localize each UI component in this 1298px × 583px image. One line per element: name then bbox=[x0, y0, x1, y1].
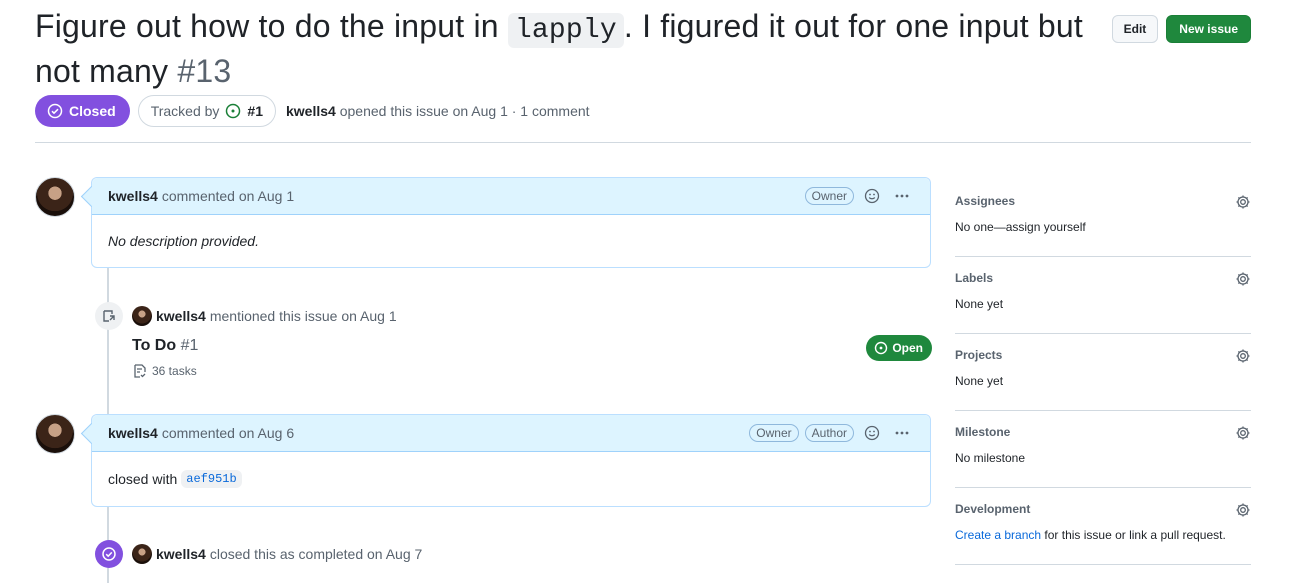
issue-title: Figure out how to do the input in lapply… bbox=[35, 6, 1105, 91]
header-actions: Edit New issue bbox=[1111, 15, 1251, 43]
kebab-menu-icon[interactable] bbox=[890, 184, 914, 208]
xref-title[interactable]: To Do #1 bbox=[132, 337, 932, 355]
cross-reference-icon bbox=[95, 302, 123, 330]
development-text: for this issue or link a pull request. bbox=[1041, 528, 1226, 542]
gear-icon[interactable] bbox=[1235, 425, 1251, 441]
comment-2: kwells4 commented on Aug 6 Owner Author … bbox=[91, 414, 931, 507]
smiley-icon[interactable] bbox=[860, 421, 884, 445]
sidebar-heading: Development bbox=[955, 502, 1031, 516]
assign-yourself-link[interactable]: No one—assign yourself bbox=[955, 220, 1251, 234]
closed-author-link[interactable]: kwells4 bbox=[156, 546, 206, 562]
sidebar-value: Create a branch for this issue or link a… bbox=[955, 528, 1251, 542]
role-badge-author: Author bbox=[804, 424, 854, 442]
check-circle-icon bbox=[47, 103, 63, 119]
edit-button[interactable]: Edit bbox=[1111, 15, 1159, 43]
kebab-menu-icon[interactable] bbox=[890, 421, 914, 445]
comment-header: kwells4 commented on Aug 1 Owner bbox=[92, 178, 930, 215]
mention-event: kwells4 mentioned this issue on Aug 1 bbox=[95, 302, 397, 330]
issue-meta-text: kwells4 opened this issue on Aug 1 · 1 c… bbox=[286, 103, 590, 119]
comment-body: closed with aef951b bbox=[92, 452, 930, 506]
status-badge: Closed bbox=[35, 95, 130, 127]
sidebar-value: None yet bbox=[955, 374, 1004, 388]
checklist-icon bbox=[134, 364, 146, 378]
sidebar-development: Development Create a branch for this iss… bbox=[955, 488, 1251, 565]
closed-event-text: closed this as completed on Aug 7 bbox=[209, 546, 423, 562]
commit-sha-link[interactable]: aef951b bbox=[181, 470, 242, 488]
sidebar-heading: Milestone bbox=[955, 425, 1011, 439]
comment-timestamp[interactable]: commented on Aug 1 bbox=[162, 188, 294, 204]
check-circle-icon bbox=[95, 540, 123, 568]
sidebar-heading: Labels bbox=[955, 271, 994, 285]
comment-header-actions: Owner bbox=[804, 184, 914, 208]
xref-title-text[interactable]: To Do bbox=[132, 337, 176, 354]
avatar[interactable] bbox=[132, 306, 152, 326]
sidebar-heading: Projects bbox=[955, 348, 1003, 362]
role-badge-owner: Owner bbox=[749, 424, 799, 442]
gear-icon[interactable] bbox=[1235, 502, 1251, 518]
avatar[interactable] bbox=[132, 544, 152, 564]
issue-meta: Closed Tracked by #1 kwells4 opened this… bbox=[35, 95, 590, 127]
comment-body-text: No description provided. bbox=[108, 233, 259, 249]
comment-timestamp[interactable]: commented on Aug 6 bbox=[162, 425, 294, 441]
issue-number: #13 bbox=[177, 53, 232, 89]
tracked-label: Tracked by bbox=[150, 103, 220, 119]
xref-tasks: 36 tasks bbox=[132, 363, 932, 379]
comment-header-actions: Owner Author bbox=[749, 421, 914, 445]
open-status-badge: Open bbox=[866, 335, 932, 361]
role-badge-owner: Owner bbox=[804, 187, 854, 205]
comment-body-text: closed with bbox=[108, 471, 178, 487]
sidebar-labels: Labels None yet bbox=[955, 257, 1251, 334]
sidebar-milestone: Milestone No milestone bbox=[955, 411, 1251, 488]
issue-meta-suffix: opened this issue on Aug 1 · 1 comment bbox=[339, 103, 590, 119]
xref-task-count: 36 tasks bbox=[152, 364, 197, 378]
smiley-icon[interactable] bbox=[860, 184, 884, 208]
avatar[interactable] bbox=[35, 414, 75, 454]
sidebar-projects: Projects None yet bbox=[955, 334, 1251, 411]
gear-icon[interactable] bbox=[1235, 194, 1251, 210]
sidebar-heading: Assignees bbox=[955, 194, 1016, 208]
create-branch-link[interactable]: Create a branch bbox=[955, 528, 1041, 542]
comment-author-link[interactable]: kwells4 bbox=[108, 188, 158, 204]
xref-number: #1 bbox=[180, 337, 199, 354]
cross-reference-card: To Do #1 36 tasks Open bbox=[132, 335, 932, 379]
issue-header: Figure out how to do the input in lapply… bbox=[35, 6, 1251, 91]
closed-event: kwells4 closed this as completed on Aug … bbox=[95, 540, 422, 568]
tracked-ref[interactable]: #1 bbox=[247, 103, 263, 119]
issue-open-icon bbox=[226, 103, 241, 119]
mention-author-link[interactable]: kwells4 bbox=[156, 308, 206, 324]
header-divider bbox=[35, 142, 1251, 143]
mention-text: mentioned this issue on Aug 1 bbox=[209, 308, 397, 324]
comment-header: kwells4 commented on Aug 6 Owner Author bbox=[92, 415, 930, 452]
gear-icon[interactable] bbox=[1235, 348, 1251, 364]
title-code: lapply bbox=[507, 13, 624, 48]
comment-1: kwells4 commented on Aug 1 Owner No desc… bbox=[91, 177, 931, 268]
status-label: Closed bbox=[69, 103, 116, 119]
sidebar-value: None yet bbox=[955, 297, 1004, 311]
new-issue-button[interactable]: New issue bbox=[1166, 15, 1251, 43]
title-text-start: Figure out how to do the input in bbox=[35, 8, 508, 44]
avatar[interactable] bbox=[35, 177, 75, 217]
issue-open-icon bbox=[875, 341, 888, 355]
sidebar-value: No milestone bbox=[955, 451, 1026, 465]
issue-author-link[interactable]: kwells4 bbox=[286, 103, 336, 119]
comment-author-link[interactable]: kwells4 bbox=[108, 425, 158, 441]
comment-body: No description provided. bbox=[92, 215, 930, 267]
issue-sidebar: Assignees No one—assign yourself Labels … bbox=[955, 180, 1251, 565]
sidebar-assignees: Assignees No one—assign yourself bbox=[955, 180, 1251, 257]
gear-icon[interactable] bbox=[1235, 271, 1251, 287]
open-status-label: Open bbox=[892, 341, 923, 355]
tracked-by-pill[interactable]: Tracked by #1 bbox=[137, 95, 276, 127]
